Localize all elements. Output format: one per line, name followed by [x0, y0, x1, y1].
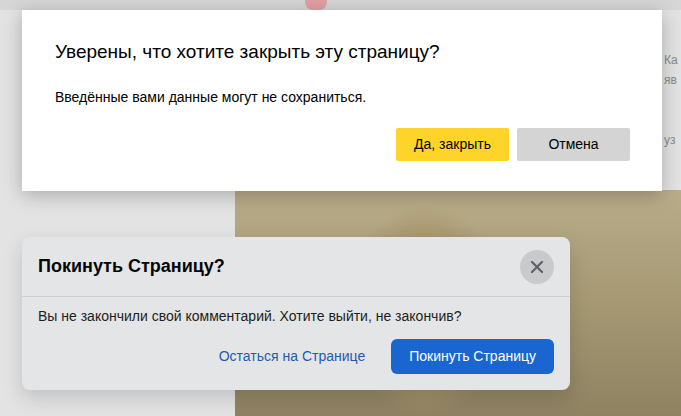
dialog-header: Покинуть Страницу? [22, 237, 570, 297]
stay-button[interactable]: Остаться на Странице [201, 339, 384, 374]
dialog-buttons: Да, закрытьОтмена [55, 128, 630, 161]
leave-button[interactable]: Покинуть Страницу [391, 339, 554, 374]
leave-dialog: Покинуть Страницу? Вы не закончили свой к… [22, 237, 570, 390]
close-icon [530, 260, 544, 274]
dialog-message: Вы не закончили свой комментарий. Хотите… [22, 297, 570, 339]
dialog-message: Введённые вами данные могут не сохранить… [55, 88, 630, 106]
dialog-title: Покинуть Страницу? [38, 256, 225, 278]
page-top-bar [0, 0, 681, 10]
dialog-buttons: Остаться на СтраницеПокинуть Страницу [22, 339, 570, 390]
side-text: Ка [664, 52, 678, 68]
confirm-button[interactable]: Да, закрыть [396, 128, 509, 161]
side-text: уз [664, 132, 676, 148]
notification-badge [305, 0, 327, 10]
close-button[interactable] [520, 250, 554, 284]
side-text: яв [664, 72, 677, 88]
cancel-button[interactable]: Отмена [517, 128, 630, 161]
close-dialog: Уверены, что хотите закрыть эту страницу… [22, 10, 662, 191]
dialog-title: Уверены, что хотите закрыть эту страницу… [55, 40, 630, 64]
